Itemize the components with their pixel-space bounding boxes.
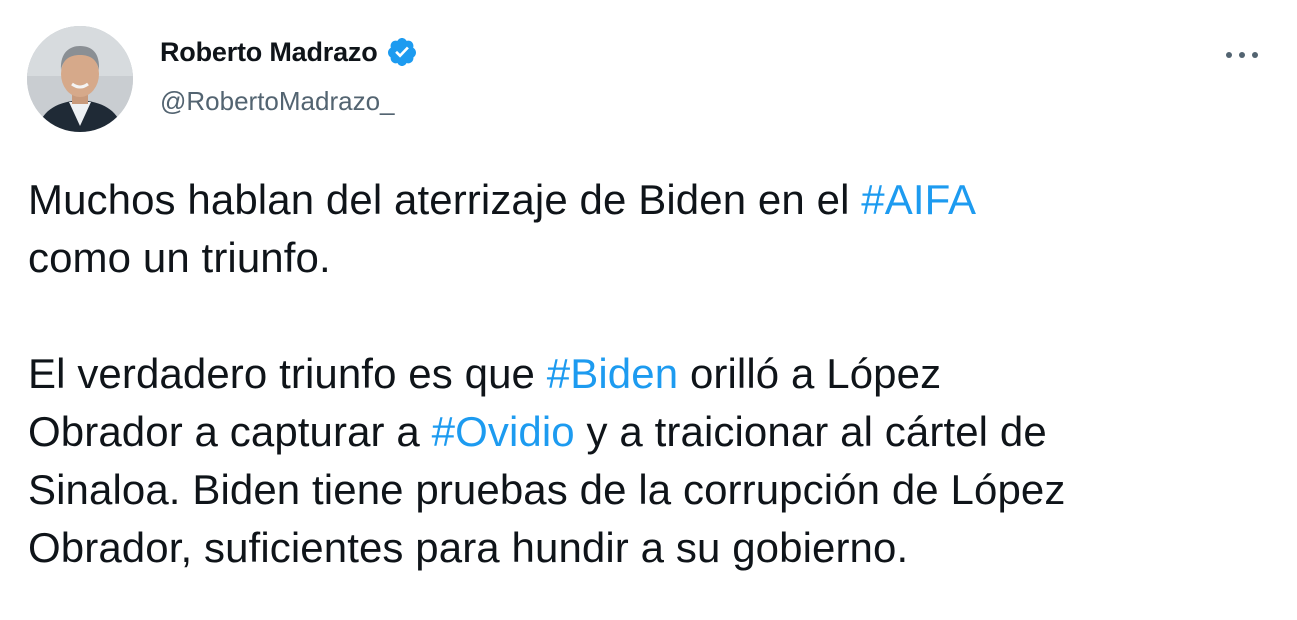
more-horizontal-icon <box>1226 52 1258 58</box>
verified-badge-icon <box>386 36 418 68</box>
tweet-text-segment: como un triunfo. <box>28 234 331 281</box>
hashtag-biden-link[interactable]: #Biden <box>547 350 678 397</box>
tweet-text-segment: y a traicionar al cártel de <box>574 408 1047 455</box>
tweet-text-segment: Muchos hablan del aterrizaje de Biden en… <box>28 176 862 223</box>
author-display-name[interactable]: Roberto Madrazo <box>160 37 378 68</box>
hashtag-ovidio-link[interactable]: #Ovidio <box>432 408 575 455</box>
author-name-row[interactable]: Roberto Madrazo <box>160 36 418 68</box>
tweet-paragraph-2: El verdadero triunfo es que #Biden orill… <box>28 345 1278 577</box>
tweet-card: Roberto Madrazo @RobertoMadrazo_ Muchos … <box>0 0 1297 620</box>
hashtag-aifa-link[interactable]: #AIFA <box>861 176 976 223</box>
author-avatar[interactable] <box>27 26 133 132</box>
tweet-text: Muchos hablan del aterrizaje de Biden en… <box>28 171 1278 577</box>
tweet-text-segment: El verdadero triunfo es que <box>28 350 547 397</box>
tweet-text-segment: Sinaloa. Biden tiene pruebas de la corru… <box>28 466 1066 513</box>
more-options-button[interactable] <box>1222 40 1262 70</box>
tweet-text-segment: orilló a López <box>678 350 942 397</box>
tweet-text-segment: Obrador, suficientes para hundir a su go… <box>28 524 909 571</box>
profile-photo-icon <box>27 26 133 132</box>
author-handle[interactable]: @RobertoMadrazo_ <box>160 86 395 117</box>
tweet-paragraph-1: Muchos hablan del aterrizaje de Biden en… <box>28 171 1278 287</box>
tweet-text-segment: Obrador a capturar a <box>28 408 432 455</box>
